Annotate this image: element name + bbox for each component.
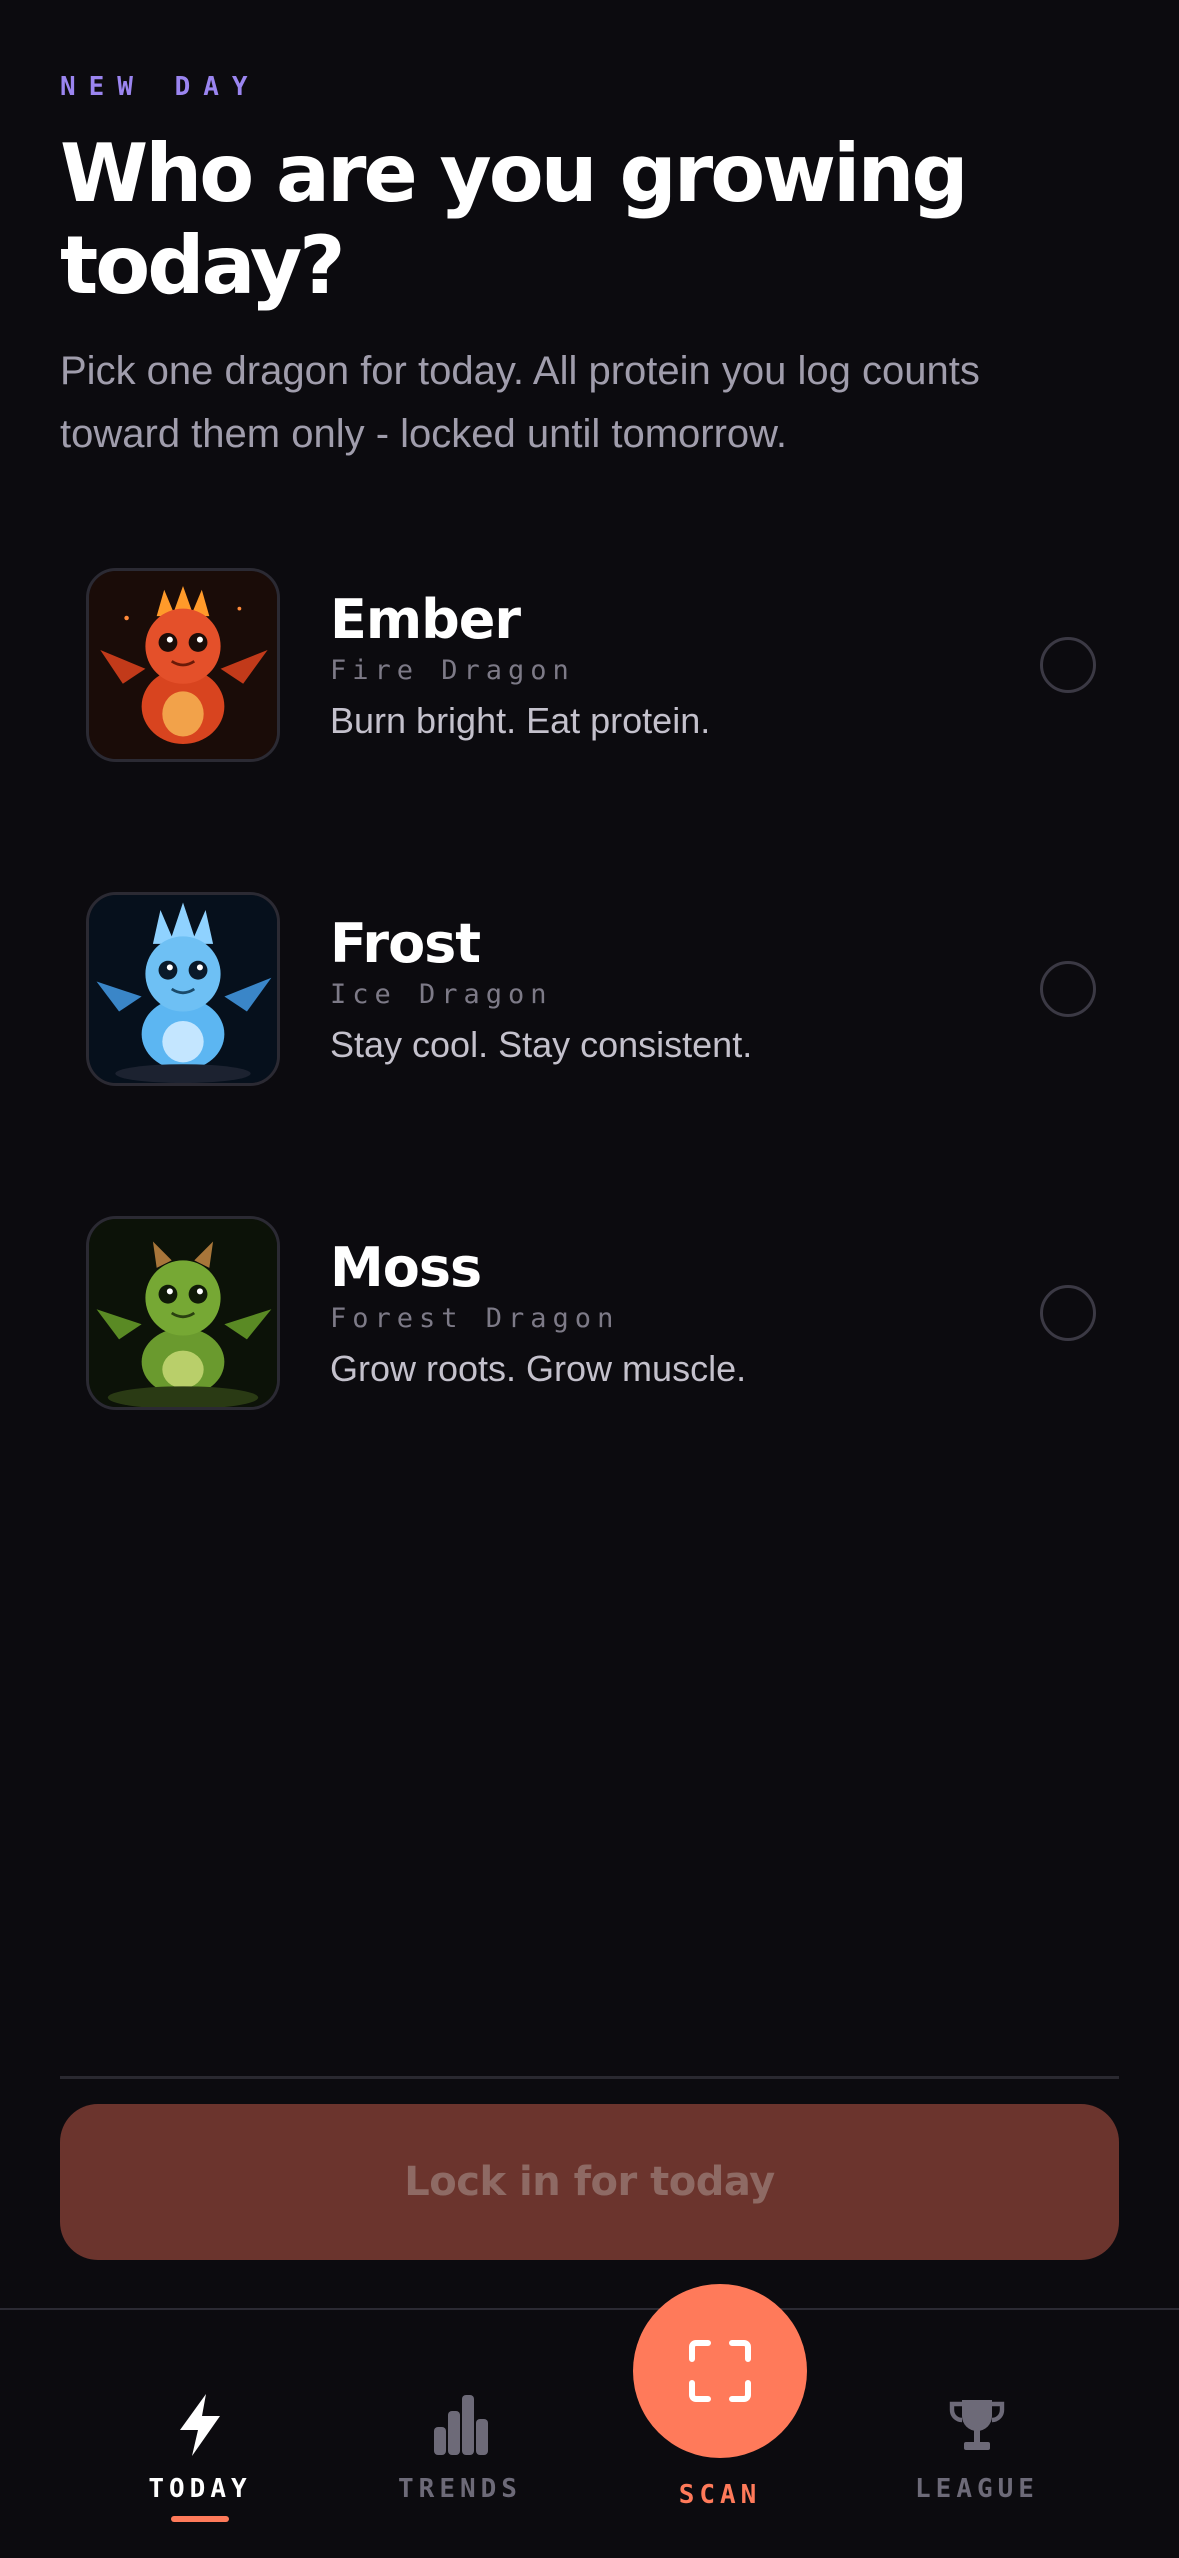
dragon-tagline: Grow roots. Grow muscle. <box>330 1347 747 1389</box>
tab-today-label: TODAY <box>148 2474 252 2504</box>
bolt-icon <box>100 2390 300 2460</box>
tab-trends[interactable]: TRENDS <box>360 2390 560 2504</box>
dragon-tagline: Burn bright. Eat protein. <box>330 699 711 741</box>
radio-moss[interactable] <box>1040 1285 1096 1341</box>
dragon-option-frost[interactable]: Frost Ice Dragon Stay cool. Stay consist… <box>86 889 1096 1089</box>
dragon-name: Frost <box>330 911 481 975</box>
forest-dragon-avatar <box>86 1216 280 1410</box>
dragon-option-ember[interactable]: Ember Fire Dragon Burn bright. Eat prote… <box>86 565 1096 765</box>
page-title: Who are you growing today? <box>60 127 969 312</box>
tab-trends-label: TRENDS <box>398 2474 522 2504</box>
dragon-option-moss[interactable]: Moss Forest Dragon Grow roots. Grow musc… <box>86 1213 1096 1413</box>
tab-league[interactable]: LEAGUE <box>877 2390 1077 2504</box>
tab-league-label: LEAGUE <box>915 2474 1039 2504</box>
dragon-name: Ember <box>330 587 521 651</box>
dragon-type: Ice Dragon <box>330 978 553 1010</box>
page-subtitle: Pick one dragon for today. All protein y… <box>60 349 980 456</box>
trophy-icon <box>877 2390 1077 2460</box>
fire-dragon-avatar <box>86 568 280 762</box>
tab-bar: TODAY TRENDS LEAGUE <box>0 2308 1179 2558</box>
scan-frame-icon <box>689 2340 751 2402</box>
ice-dragon-avatar <box>86 892 280 1086</box>
tab-today[interactable]: TODAY <box>100 2390 300 2522</box>
divider <box>60 2076 1119 2079</box>
tab-scan-label: SCAN <box>678 2480 762 2510</box>
dragon-name: Moss <box>330 1235 482 1299</box>
radio-frost[interactable] <box>1040 961 1096 1017</box>
bar-chart-icon <box>360 2390 560 2460</box>
dragon-type: Forest Dragon <box>330 1302 620 1334</box>
scan-button[interactable] <box>633 2284 807 2458</box>
radio-ember[interactable] <box>1040 637 1096 693</box>
eyebrow-label: NEW DAY <box>60 72 261 102</box>
active-tab-indicator <box>171 2516 229 2522</box>
dragon-type: Fire Dragon <box>330 654 575 686</box>
dragon-tagline: Stay cool. Stay consistent. <box>330 1023 753 1065</box>
lock-in-button[interactable]: Lock in for today <box>60 2104 1119 2260</box>
